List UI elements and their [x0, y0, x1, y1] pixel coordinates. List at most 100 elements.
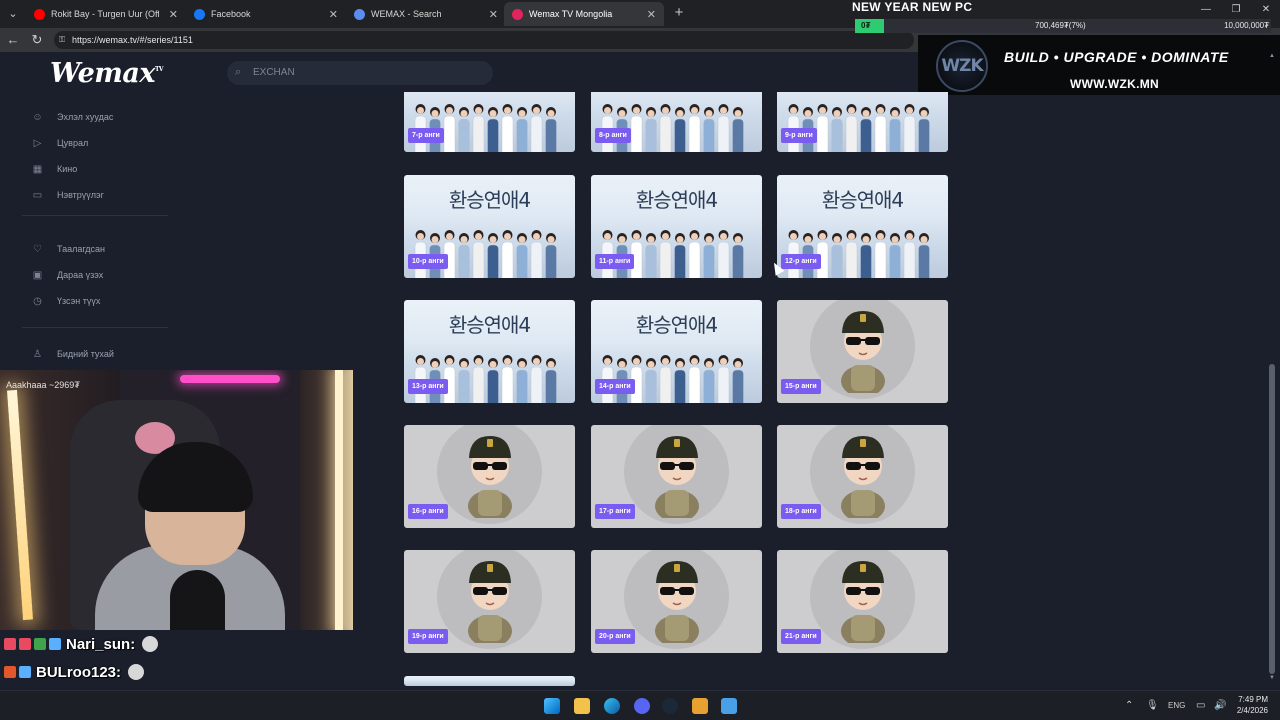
sidebar-item[interactable]: ◷ Үзсэн түүх	[32, 293, 100, 309]
file-explorer-icon[interactable]	[574, 698, 590, 714]
restore-icon[interactable]: ❐	[1226, 4, 1246, 15]
scroll-down-icon[interactable]: ▼	[1268, 674, 1276, 682]
chat-emote-icon	[142, 636, 159, 652]
screen: { "browser": { "tabs": [ {"title": "Roki…	[0, 0, 1280, 720]
episode-card[interactable]: 17-р анги	[591, 425, 762, 528]
chat-badge-icon	[4, 666, 16, 678]
sidebar-item-label: Эхлэл хуудас	[57, 112, 114, 122]
episode-card[interactable]: 환승연애4 14-р анги	[591, 300, 762, 403]
episode-card-partial[interactable]	[404, 676, 575, 686]
reload-icon[interactable]: ↻	[29, 32, 45, 48]
episode-card[interactable]: 환승연애4 11-р анги	[591, 175, 762, 278]
poster-title: 환승연애4	[821, 188, 904, 212]
browser-tab[interactable]: Facebook ✕	[186, 2, 346, 26]
sidebar-item[interactable]: ▷ Цуврал	[32, 135, 89, 151]
sidebar-item-label: Үзсэн түүх	[57, 296, 101, 306]
site-info-icon[interactable]: ⚿	[59, 31, 65, 49]
episode-card[interactable]: 19-р анги	[404, 550, 575, 653]
close-tab-icon[interactable]: ✕	[647, 8, 656, 21]
sidebar-item-label: Дараа үзэх	[57, 270, 104, 280]
scroll-up-icon[interactable]: ▲	[1268, 52, 1276, 60]
tab-list-dropdown-icon[interactable]: ⌄	[4, 6, 22, 22]
notepad-icon[interactable]	[721, 698, 737, 714]
close-tab-icon[interactable]: ✕	[489, 8, 498, 21]
episode-label: 8-р анги	[595, 128, 631, 143]
episode-card[interactable]: 16-р анги	[404, 425, 575, 528]
heart-icon: ♡	[33, 243, 42, 255]
close-tab-icon[interactable]: ✕	[169, 8, 178, 21]
soldier-avatar-art	[841, 436, 885, 518]
sidebar-item[interactable]: ▣ Дараа үзэх	[32, 267, 103, 283]
back-icon[interactable]: ←	[5, 32, 21, 48]
edge-browser-icon[interactable]	[604, 698, 620, 714]
sidebar-item[interactable]: ♙ Бидний тухай	[32, 346, 114, 362]
discord-icon[interactable]	[634, 698, 650, 714]
sidebar-divider	[22, 215, 168, 216]
episode-card[interactable]: 8-р анги	[591, 92, 762, 152]
wemax-logo[interactable]: WemaxTV	[50, 58, 164, 89]
episode-card[interactable]: 20-р анги	[591, 550, 762, 653]
cast-photo	[601, 355, 744, 403]
poster-title: 환승연애4	[448, 313, 531, 337]
episode-card[interactable]: 21-р анги	[777, 550, 948, 653]
tab-title: Wemax TV Mongolia	[529, 9, 613, 19]
microphone-icon[interactable]: 🎙	[1146, 699, 1159, 713]
start-button-icon[interactable]	[544, 698, 560, 714]
soldier-avatar-art	[468, 436, 512, 518]
app-icon[interactable]	[692, 698, 708, 714]
wzk-logo: WZK	[936, 40, 988, 92]
episode-card[interactable]: 환승연애4 13-р анги	[404, 300, 575, 403]
minimize-icon[interactable]: —	[1196, 4, 1216, 15]
logo-text: Wemax	[50, 58, 155, 89]
episode-card[interactable]: 9-р анги	[777, 92, 948, 152]
sponsor-url: WWW.WZK.MN	[1070, 77, 1159, 91]
page-scrollbar[interactable]: ▲ ▼	[1268, 52, 1276, 684]
cast-photo	[414, 104, 557, 152]
sidebar-divider	[22, 327, 168, 328]
network-icon[interactable]: ▭	[1196, 699, 1205, 713]
sidebar-item[interactable]: ♡ Таалагдсан	[32, 241, 105, 257]
play-icon: ▷	[33, 137, 42, 149]
episode-label: 16-р анги	[408, 504, 448, 519]
scroll-thumb[interactable]	[1269, 364, 1275, 674]
episode-card[interactable]: 18-р анги	[777, 425, 948, 528]
search-input[interactable]: ⌕ EXCHAN	[227, 61, 493, 85]
steam-icon[interactable]	[662, 698, 678, 714]
language-indicator[interactable]: ENG	[1168, 699, 1185, 713]
cast-photo	[787, 230, 930, 278]
sidebar-item[interactable]: ▭ Нэвтрүүлэг	[32, 187, 104, 203]
clock-time: 7:49 PM	[1238, 695, 1268, 704]
youtube-icon	[34, 8, 45, 20]
goal-title: NEW YEAR NEW PC	[852, 0, 973, 14]
volume-icon[interactable]: 🔊	[1214, 699, 1226, 713]
sponsor-banner: WZK BUILD • UPGRADE • DOMINATE WWW.WZK.M…	[918, 35, 1280, 95]
episode-label: 15-р анги	[781, 379, 821, 394]
sidebar-item[interactable]: ▦ Кино	[32, 161, 77, 177]
episode-card[interactable]: 7-р анги	[404, 92, 575, 152]
chat-username: BULroo123:	[36, 663, 122, 681]
episode-card[interactable]: 환승연애4 10-р анги	[404, 175, 575, 278]
clock[interactable]: 7:49 PM 2/4/2026	[1228, 694, 1268, 716]
browser-tab[interactable]: WEMAX - Search ✕	[346, 2, 506, 26]
soldier-avatar-art	[655, 436, 699, 518]
close-window-icon[interactable]: ✕	[1256, 4, 1276, 15]
url-field[interactable]: ⚿ https://wemax.tv/#/series/1151	[54, 31, 914, 49]
chat-badge-icon	[34, 638, 46, 650]
episode-card[interactable]: 15-р анги	[777, 300, 948, 403]
episode-label: 19-р анги	[408, 629, 448, 644]
episode-card[interactable]: 환승연애4 12-р анги	[777, 175, 948, 278]
user-icon: ♙	[33, 348, 42, 360]
new-tab-button[interactable]: +	[670, 4, 688, 22]
chat-message: BULroo123:	[4, 660, 145, 684]
sidebar-item-label: Таалагдсан	[57, 244, 105, 254]
search-placeholder: EXCHAN	[253, 67, 295, 78]
clock-date: 2/4/2026	[1236, 706, 1268, 715]
wemax-icon	[512, 8, 523, 20]
sidebar-item[interactable]: ☺ Эхлэл хуудас	[32, 109, 113, 125]
sponsor-tagline: BUILD • UPGRADE • DOMINATE	[1004, 49, 1229, 65]
browser-tab[interactable]: Rokit Bay - Turgen Uur (Offici ✕	[26, 2, 186, 26]
close-tab-icon[interactable]: ✕	[329, 8, 338, 21]
tray-overflow-icon[interactable]: ⌃	[1125, 699, 1133, 713]
browser-tab[interactable]: Wemax TV Mongolia ✕	[504, 2, 664, 26]
webcam-background-right	[300, 370, 353, 630]
